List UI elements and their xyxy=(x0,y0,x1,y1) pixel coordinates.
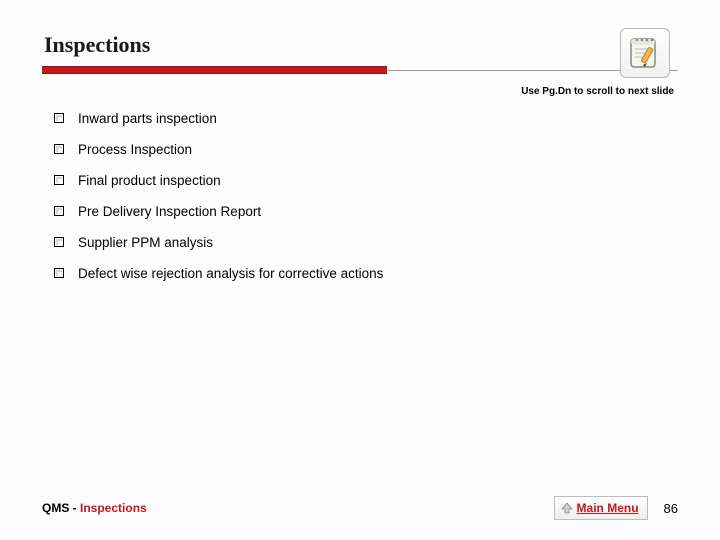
list-item: Process Inspection xyxy=(54,142,678,157)
list-item: Supplier PPM analysis xyxy=(54,235,678,250)
list-item-label: Supplier PPM analysis xyxy=(78,235,213,250)
list-item: Defect wise rejection analysis for corre… xyxy=(54,266,678,281)
list-item-label: Inward parts inspection xyxy=(78,111,217,126)
list-item-label: Defect wise rejection analysis for corre… xyxy=(78,266,383,281)
footer-dash: - xyxy=(69,501,80,515)
footer-prefix: QMS xyxy=(42,501,69,515)
notepad-icon xyxy=(620,28,670,78)
checkbox-icon xyxy=(54,268,64,278)
page-title: Inspections xyxy=(42,32,150,60)
footer: QMS - Inspections Main Menu 86 xyxy=(42,496,678,520)
footer-breadcrumb: QMS - Inspections xyxy=(42,501,147,515)
main-menu-label: Main Menu xyxy=(577,501,639,515)
list-item: Final product inspection xyxy=(54,173,678,188)
list-item-label: Final product inspection xyxy=(78,173,221,188)
title-rule xyxy=(42,66,678,74)
checkbox-icon xyxy=(54,175,64,185)
slide: Inspections Use Pg.Dn to scroll to next … xyxy=(0,0,720,540)
list-item: Inward parts inspection xyxy=(54,111,678,126)
main-menu-button[interactable]: Main Menu xyxy=(554,496,648,520)
checkbox-icon xyxy=(54,113,64,123)
list-item-label: Process Inspection xyxy=(78,142,192,157)
footer-section: Inspections xyxy=(80,501,147,515)
list-item-label: Pre Delivery Inspection Report xyxy=(78,204,261,219)
bullet-list: Inward parts inspection Process Inspecti… xyxy=(54,111,678,281)
checkbox-icon xyxy=(54,206,64,216)
scroll-hint: Use Pg.Dn to scroll to next slide xyxy=(42,86,674,97)
list-item: Pre Delivery Inspection Report xyxy=(54,204,678,219)
checkbox-icon xyxy=(54,144,64,154)
checkbox-icon xyxy=(54,237,64,247)
arrow-up-icon xyxy=(561,502,573,514)
page-number: 86 xyxy=(664,501,678,516)
